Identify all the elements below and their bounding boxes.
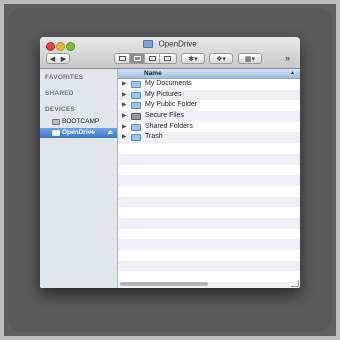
empty-row bbox=[118, 207, 300, 218]
sidebar-section-devices: DEVICES bbox=[45, 106, 75, 113]
folder-icon bbox=[131, 91, 141, 99]
drive-icon bbox=[143, 39, 154, 48]
empty-row bbox=[118, 165, 300, 176]
empty-row bbox=[118, 229, 300, 240]
view-mode-control bbox=[114, 53, 177, 64]
list-item[interactable]: ▶ My Pictures bbox=[118, 89, 300, 101]
disclosure-triangle-icon[interactable]: ▶ bbox=[122, 132, 127, 143]
icon-view-button[interactable] bbox=[115, 54, 130, 63]
back-forward-buttons: ◀ ▶ bbox=[46, 53, 70, 64]
disclosure-triangle-icon[interactable]: ▶ bbox=[122, 90, 127, 101]
column-header-label: Name bbox=[144, 70, 162, 77]
empty-row bbox=[118, 143, 300, 154]
disclosure-triangle-icon[interactable]: ▶ bbox=[122, 100, 127, 111]
list-item-label: Secure Files bbox=[145, 112, 184, 120]
empty-row bbox=[118, 239, 300, 250]
file-list: Name ▲ ▶ My Documents ▶ My Pictures ▶ My Publ… bbox=[118, 69, 300, 288]
action-menu-button[interactable]: ✱▾ bbox=[181, 53, 205, 64]
icon-view-icon bbox=[118, 56, 126, 61]
toolbar-overflow-button[interactable]: » bbox=[285, 53, 290, 63]
list-item-label: My Pictures bbox=[145, 90, 182, 98]
empty-row bbox=[118, 217, 300, 229]
disclosure-triangle-icon[interactable]: ▶ bbox=[122, 111, 127, 122]
sidebar-item-opendrive[interactable]: OpenDrive ⏏ bbox=[40, 128, 117, 138]
empty-row bbox=[118, 271, 300, 282]
list-item-label: Trash bbox=[145, 133, 163, 141]
sidebar-section-favorites: FAVORITES bbox=[45, 74, 84, 81]
dropbox-menu-button[interactable]: ❖▾ bbox=[209, 53, 233, 64]
list-item[interactable]: ▶ Trash bbox=[118, 132, 300, 144]
list-item-label: My Public Folder bbox=[145, 101, 198, 109]
window-title-text: OpenDrive bbox=[158, 39, 197, 49]
list-item[interactable]: ▶ Secure Files bbox=[118, 111, 300, 122]
eject-icon[interactable]: ⏏ bbox=[107, 128, 113, 138]
locked-folder-icon bbox=[131, 113, 141, 121]
folder-icon bbox=[131, 102, 141, 110]
list-view-icon bbox=[133, 56, 141, 61]
file-rows: ▶ My Documents ▶ My Pictures ▶ My Public Fold… bbox=[118, 79, 300, 288]
drive-icon bbox=[52, 119, 60, 125]
disclosure-triangle-icon[interactable]: ▶ bbox=[122, 79, 127, 90]
empty-row bbox=[118, 153, 300, 165]
empty-row bbox=[118, 186, 300, 197]
list-item[interactable]: ▶ Shared Folders bbox=[118, 122, 300, 133]
forward-button[interactable]: ▶ bbox=[58, 54, 69, 65]
resize-handle[interactable] bbox=[291, 280, 299, 287]
sidebar-item-label: OpenDrive bbox=[62, 129, 95, 136]
empty-row bbox=[118, 175, 300, 186]
list-item-label: Shared Folders bbox=[145, 122, 193, 130]
list-item[interactable]: ▶ My Public Folder bbox=[118, 100, 300, 111]
titlebar: OpenDrive ◀ ▶ ✱▾ ❖▾ ▦▾ » bbox=[40, 37, 300, 69]
empty-row bbox=[118, 196, 300, 208]
sort-ascending-icon: ▲ bbox=[290, 70, 295, 76]
folder-icon bbox=[131, 134, 141, 142]
column-view-button[interactable] bbox=[145, 54, 160, 63]
column-view-icon bbox=[148, 56, 156, 61]
folder-icon bbox=[131, 81, 141, 88]
back-button[interactable]: ◀ bbox=[47, 54, 58, 65]
cover-flow-icon bbox=[164, 56, 171, 61]
drive-icon bbox=[52, 130, 60, 136]
sidebar-item-label: BOOTCAMP bbox=[62, 118, 100, 125]
sidebar-section-shared: SHARED bbox=[45, 90, 74, 97]
disclosure-triangle-icon[interactable]: ▶ bbox=[122, 122, 127, 133]
name-column-header[interactable]: Name ▲ bbox=[118, 69, 300, 79]
empty-row bbox=[118, 260, 300, 272]
horizontal-scrollbar[interactable] bbox=[120, 282, 208, 286]
empty-row bbox=[118, 250, 300, 261]
window-title: OpenDrive bbox=[40, 39, 300, 48]
sidebar-item-bootcamp[interactable]: BOOTCAMP bbox=[40, 117, 117, 127]
arrange-menu-button[interactable]: ▦▾ bbox=[238, 53, 262, 64]
sidebar: FAVORITES SHARED DEVICES BOOTCAMP OpenDr… bbox=[40, 69, 118, 288]
list-item[interactable]: ▶ My Documents bbox=[118, 79, 300, 90]
folder-icon bbox=[131, 123, 141, 131]
finder-window: OpenDrive ◀ ▶ ✱▾ ❖▾ ▦▾ » FAVORITES SHARED… bbox=[40, 37, 300, 288]
list-view-button[interactable] bbox=[130, 54, 145, 63]
list-item-label: My Documents bbox=[145, 80, 192, 87]
cover-flow-button[interactable] bbox=[160, 54, 175, 63]
